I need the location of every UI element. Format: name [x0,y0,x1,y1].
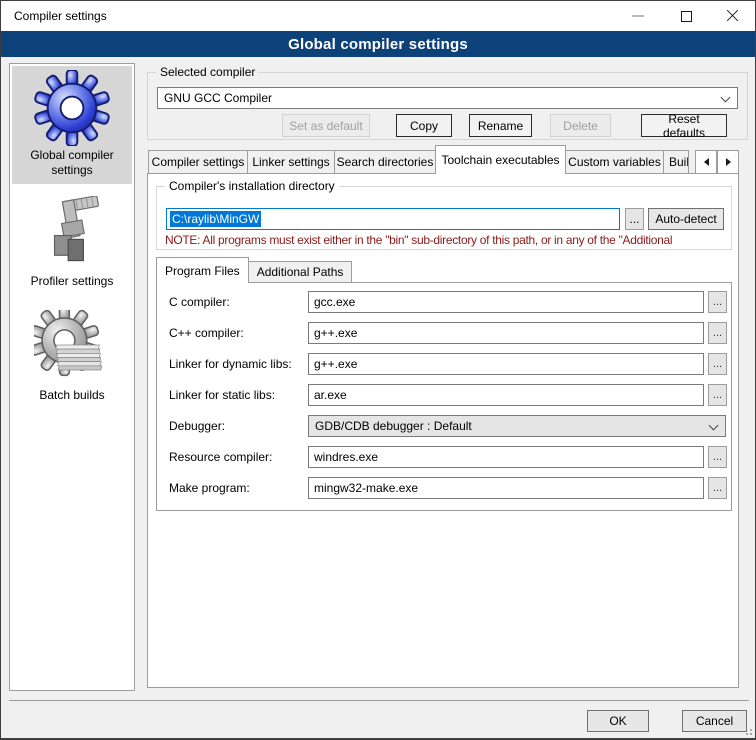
resource-compiler-input[interactable] [308,446,704,468]
c-compiler-label: C compiler: [169,291,230,313]
minimize-button[interactable] [621,1,655,31]
c-compiler-browse-button[interactable]: ... [708,291,727,313]
arrow-left-icon [704,158,709,166]
close-button[interactable] [715,1,749,31]
sidebar-item-label: Profiler settings [27,272,118,289]
compiler-select[interactable]: GNU GCC Compiler [157,87,738,109]
compiler-tabs: Compiler settings Linker settings Search… [148,145,688,174]
maximize-icon [681,11,692,22]
window-title: Compiler settings [14,9,107,23]
cpp-compiler-input[interactable] [308,322,704,344]
set-as-default-button[interactable]: Set as default [282,114,370,137]
tab-toolchain-executables[interactable]: Toolchain executables [435,145,566,174]
sidebar-item-batch-builds[interactable]: Batch builds [12,304,132,422]
settings-sidebar: Global compiler settings Profiler settin… [9,63,135,691]
tab-compiler-settings[interactable]: Compiler settings [148,150,248,174]
title-bar: Compiler settings [1,1,755,31]
bin-subdirectory-note: NOTE: All programs must exist either in … [165,233,729,247]
gray-gear-stack-icon [34,310,110,386]
maximize-button[interactable] [669,1,703,31]
linker-dynamic-browse-button[interactable]: ... [708,353,727,375]
sidebar-item-profiler-settings[interactable]: Profiler settings [12,190,132,302]
linker-static-input[interactable] [308,384,704,406]
selected-compiler-group-label: Selected compiler [156,65,259,79]
copy-button[interactable]: Copy [396,114,452,137]
auto-detect-button[interactable]: Auto-detect [648,208,724,230]
close-icon [726,10,739,23]
tab-search-directories[interactable]: Search directories [334,150,436,174]
chevron-down-icon [721,93,731,103]
sidebar-item-label: Global compiler settings [12,146,132,178]
selected-compiler-group: Selected compiler GNU GCC Compiler Set a… [147,72,748,140]
tab-linker-settings[interactable]: Linker settings [247,150,335,174]
make-program-label: Make program: [169,477,250,499]
page-title: Global compiler settings [288,36,468,53]
rename-button[interactable]: Rename [469,114,532,137]
delete-button[interactable]: Delete [550,114,611,137]
resource-compiler-browse-button[interactable]: ... [708,446,727,468]
program-files-tabs: Program Files Additional Paths [156,257,351,283]
make-program-browse-button[interactable]: ... [708,477,727,499]
sidebar-item-global-compiler-settings[interactable]: Global compiler settings [12,66,132,184]
program-files-page: C compiler: ... C++ compiler: ... Linker… [156,282,732,511]
linker-static-browse-button[interactable]: ... [708,384,727,406]
linker-dynamic-label: Linker for dynamic libs: [169,353,292,375]
footer-divider [9,700,749,701]
make-program-input[interactable] [308,477,704,499]
minimize-icon [632,15,644,17]
sidebar-item-label: Batch builds [35,386,108,403]
cancel-button[interactable]: Cancel [682,710,747,732]
linker-static-label: Linker for static libs: [169,384,275,406]
caliper-icon [34,196,110,272]
browse-directory-button[interactable]: ... [625,208,644,230]
debugger-select[interactable]: GDB/CDB debugger : Default [308,415,726,437]
debugger-label: Debugger: [169,415,225,437]
c-compiler-input[interactable] [308,291,704,313]
tab-scroll-right-button[interactable] [717,150,739,174]
tab-build-options[interactable]: Build options [663,150,689,174]
tab-additional-paths[interactable]: Additional Paths [248,261,353,283]
tab-program-files[interactable]: Program Files [156,257,249,283]
reset-defaults-button[interactable]: Reset defaults [641,114,727,137]
installation-directory-input[interactable]: C:\raylib\MinGW [166,208,620,230]
resize-grip[interactable] [742,725,752,735]
installation-directory-group-label: Compiler's installation directory [165,179,339,193]
compiler-settings-dialog: Compiler settings Global compiler settin… [0,0,756,740]
chevron-down-icon [709,421,719,431]
tab-custom-variables[interactable]: Custom variables [565,150,664,174]
blue-gear-icon [34,70,110,146]
resource-compiler-label: Resource compiler: [169,446,272,468]
tab-scroll-left-button[interactable] [695,150,717,174]
dialog-header: Global compiler settings [1,31,755,57]
cpp-compiler-browse-button[interactable]: ... [708,322,727,344]
compiler-select-value: GNU GCC Compiler [164,91,272,105]
arrow-right-icon [726,158,731,166]
cpp-compiler-label: C++ compiler: [169,322,244,344]
linker-dynamic-input[interactable] [308,353,704,375]
toolchain-executables-page: Compiler's installation directory C:\ray… [147,173,739,688]
ok-button[interactable]: OK [587,710,649,732]
installation-directory-value: C:\raylib\MinGW [170,211,261,227]
debugger-select-value: GDB/CDB debugger : Default [315,419,472,433]
